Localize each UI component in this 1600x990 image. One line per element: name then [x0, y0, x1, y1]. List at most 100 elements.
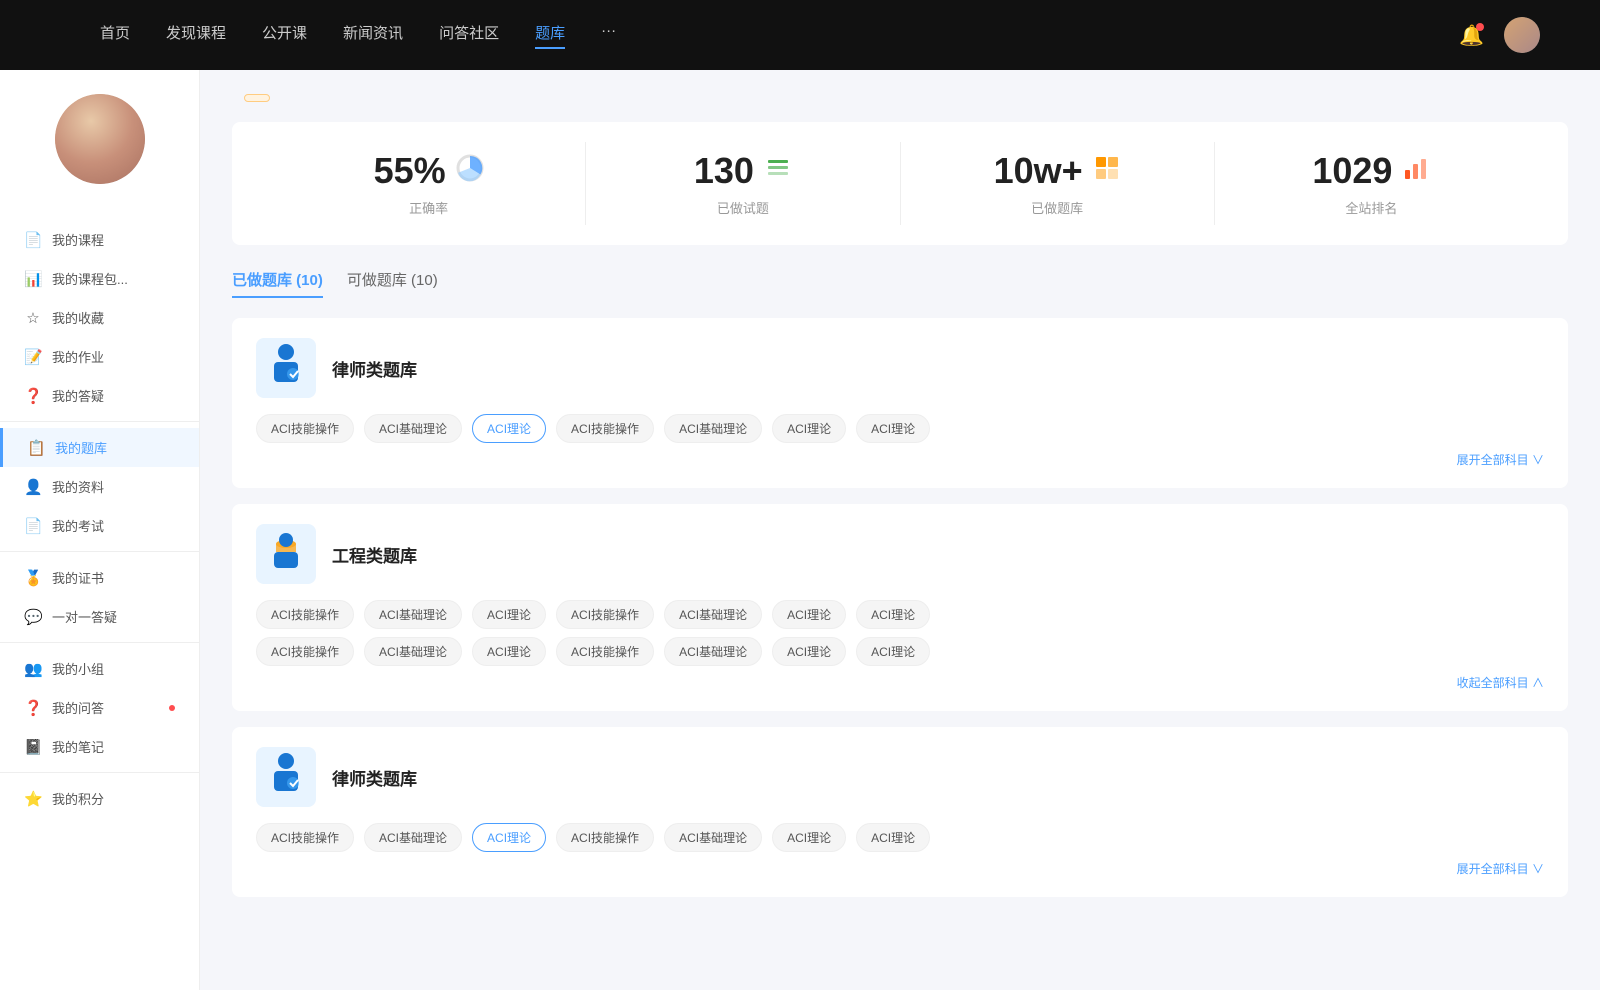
sidebar-item-11[interactable]: ❓我的问答 — [0, 688, 199, 727]
sidebar-item-5[interactable]: 📋我的题库 — [0, 428, 199, 467]
nav-item-···[interactable]: ··· — [601, 22, 616, 49]
sidebar-item-4[interactable]: ❓我的答疑 — [0, 376, 199, 415]
bank-section-0: 律师类题库 ACI技能操作ACI基础理论ACI理论ACI技能操作ACI基础理论A… — [232, 318, 1568, 488]
section-expand-2[interactable]: 展开全部科目 ∨ — [256, 860, 1544, 877]
stat-已做试题: 130 已做试题 — [586, 142, 900, 225]
sidebar-item-0[interactable]: 📄我的课程 — [0, 220, 199, 259]
sidebar-label-12: 我的笔记 — [52, 737, 175, 756]
tag-2-5[interactable]: ACI理论 — [772, 823, 846, 852]
bank-icon-lawyer — [266, 751, 306, 803]
sidebar-item-12[interactable]: 📓我的笔记 — [0, 727, 199, 766]
tag-0-5[interactable]: ACI理论 — [772, 414, 846, 443]
navigation: 首页 发现课程 公开课 新闻资讯 问答社区 题库 ··· 🔔 — [0, 0, 1600, 70]
sidebar-item-6[interactable]: 👤 我的资料 — [0, 467, 199, 506]
main-layout: 📄我的课程📊我的课程包...☆我的收藏📝我的作业❓我的答疑📋我的题库👤我的资料📄… — [0, 70, 1600, 990]
stat-label: 正确率 — [409, 198, 448, 217]
nav-item-发现课程[interactable]: 发现课程 — [166, 22, 226, 49]
bank-title-2: 律师类题库 — [332, 765, 417, 790]
nav-item-题库[interactable]: 题库 — [535, 22, 565, 49]
tag-2-6[interactable]: ACI理论 — [856, 823, 930, 852]
tag-1-6[interactable]: ACI理论 — [856, 600, 930, 629]
tag-1-0[interactable]: ACI技能操作 — [256, 637, 354, 666]
tag-1-2[interactable]: ACI理论 — [472, 600, 546, 629]
tab-可做题库 (10)[interactable]: 可做题库 (10) — [347, 269, 438, 298]
tag-1-5[interactable]: ACI理论 — [772, 637, 846, 666]
sidebar-icon-6: 👤 — [24, 478, 42, 496]
sidebar-icon-5: 📋 — [27, 439, 45, 457]
tag-0-3[interactable]: ACI技能操作 — [556, 414, 654, 443]
tag-1-0[interactable]: ACI技能操作 — [256, 600, 354, 629]
stats-bar: 55% 正确率 130 已做试题 10w+ 已做题库 1029 全站排名 — [232, 122, 1568, 245]
sidebar-icon-13: ⭐ — [24, 790, 42, 808]
nav-item-问答社区[interactable]: 问答社区 — [439, 22, 499, 49]
sidebar-item-10[interactable]: 👥 我的小组 — [0, 649, 199, 688]
tag-1-4[interactable]: ACI基础理论 — [664, 600, 762, 629]
sidebar-avatar — [55, 94, 145, 184]
sidebar-label-0: 我的课程 — [52, 230, 175, 249]
tag-0-4[interactable]: ACI基础理论 — [664, 414, 762, 443]
sidebar-label-10: 我的小组 — [52, 659, 175, 678]
sidebar-item-3[interactable]: 📝我的作业 — [0, 337, 199, 376]
bank-section-1: 工程类题库 ACI技能操作ACI基础理论ACI理论ACI技能操作ACI基础理论A… — [232, 504, 1568, 711]
bank-section-2: 律师类题库 ACI技能操作 ACI基础理论 ACI理论 ACI技能操作 ACI基础理论 A… — [232, 727, 1568, 897]
tabs: 已做题库 (10) 可做题库 (10) — [232, 269, 1568, 298]
bank-icon-wrap-2 — [256, 747, 316, 807]
sidebar-icon-7: 📄 — [24, 517, 42, 535]
stat-value: 1029 — [1312, 150, 1392, 192]
sidebar-label-6: 我的资料 — [52, 477, 175, 496]
nav-items: 首页 发现课程 公开课 新闻资讯 问答社区 题库 ··· — [100, 22, 1439, 49]
notification-bell[interactable]: 🔔 — [1459, 23, 1484, 48]
tag-1-1[interactable]: ACI基础理论 — [364, 637, 462, 666]
tag-0-2[interactable]: ACI理论 — [472, 414, 546, 443]
bank-icon-lawyer — [266, 342, 306, 394]
sidebar-item-2[interactable]: ☆ 我的收藏 — [0, 298, 199, 337]
sidebar-icon-10: 👥 — [24, 660, 42, 678]
tag-0-1[interactable]: ACI基础理论 — [364, 414, 462, 443]
nav-item-新闻资讯[interactable]: 新闻资讯 — [343, 22, 403, 49]
tag-1-5[interactable]: ACI理论 — [772, 600, 846, 629]
sidebar-item-9[interactable]: 💬一对一答疑 — [0, 597, 199, 636]
stat-label: 已做题库 — [1031, 198, 1083, 217]
stat-icon-bar — [1402, 154, 1430, 188]
tag-0-6[interactable]: ACI理论 — [856, 414, 930, 443]
tag-2-2[interactable]: ACI理论 — [472, 823, 546, 852]
sidebar-label-2: 我的收藏 — [52, 308, 175, 327]
stat-已做题库: 10w+ 已做题库 — [901, 142, 1215, 225]
tag-1-6[interactable]: ACI理论 — [856, 637, 930, 666]
stat-top: 10w+ — [994, 150, 1121, 192]
sidebar-icon-2: ☆ — [24, 309, 42, 327]
sidebar-icon-1: 📊 — [24, 270, 42, 288]
sidebar-item-8[interactable]: 🏅我的证书 — [0, 558, 199, 597]
tag-2-3[interactable]: ACI技能操作 — [556, 823, 654, 852]
tag-1-2[interactable]: ACI理论 — [472, 637, 546, 666]
tag-2-1[interactable]: ACI基础理论 — [364, 823, 462, 852]
trial-badge — [244, 94, 270, 102]
user-avatar[interactable] — [1504, 17, 1540, 53]
nav-item-公开课[interactable]: 公开课 — [262, 22, 307, 49]
stat-value: 55% — [374, 150, 446, 192]
tag-2-4[interactable]: ACI基础理论 — [664, 823, 762, 852]
sidebar-label-11: 我的问答 — [52, 698, 157, 717]
tab-已做题库 (10)[interactable]: 已做题库 (10) — [232, 269, 323, 298]
sidebar-icon-3: 📝 — [24, 348, 42, 366]
bank-header-0: 律师类题库 — [256, 338, 1544, 398]
sidebar-label-1: 我的课程包... — [52, 269, 175, 288]
tags-row-0-0: ACI技能操作 ACI基础理论 ACI理论 ACI技能操作 ACI基础理论 ACI理论 AC… — [256, 414, 1544, 443]
section-expand-0[interactable]: 展开全部科目 ∨ — [256, 451, 1544, 468]
bank-icon-wrap-0 — [256, 338, 316, 398]
tag-1-3[interactable]: ACI技能操作 — [556, 600, 654, 629]
sidebar-item-1[interactable]: 📊 我的课程包... — [0, 259, 199, 298]
tag-0-0[interactable]: ACI技能操作 — [256, 414, 354, 443]
sidebar-item-13[interactable]: ⭐我的积分 — [0, 779, 199, 818]
section-expand-1[interactable]: 收起全部科目 ∧ — [256, 674, 1544, 691]
bank-icon-wrap-1 — [256, 524, 316, 584]
stat-top: 130 — [694, 150, 792, 192]
tag-1-3[interactable]: ACI技能操作 — [556, 637, 654, 666]
tag-2-0[interactable]: ACI技能操作 — [256, 823, 354, 852]
tag-1-4[interactable]: ACI基础理论 — [664, 637, 762, 666]
sidebar-item-7[interactable]: 📄我的考试 — [0, 506, 199, 545]
sidebar-label-9: 一对一答疑 — [52, 607, 175, 626]
stat-top: 55% — [374, 150, 484, 192]
tag-1-1[interactable]: ACI基础理论 — [364, 600, 462, 629]
nav-item-首页[interactable]: 首页 — [100, 22, 130, 49]
